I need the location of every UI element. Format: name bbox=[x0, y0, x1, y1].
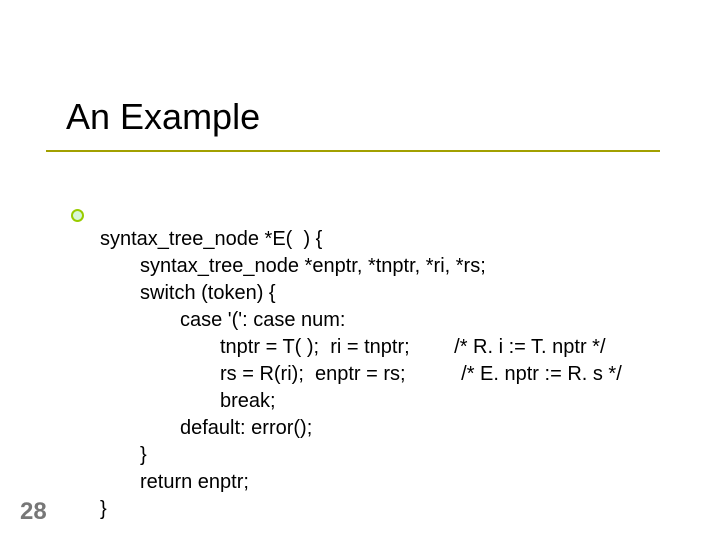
code-line-4: case '(': case num: bbox=[100, 307, 345, 334]
code-line-11: } bbox=[100, 498, 107, 520]
page-number: 28 bbox=[20, 498, 47, 526]
title-underline bbox=[46, 150, 660, 152]
code-line-5: tnptr = T( ); ri = tnptr; /* R. i := T. … bbox=[100, 334, 606, 361]
code-line-6: rs = R(ri); enptr = rs; /* E. nptr := R.… bbox=[100, 361, 622, 388]
slide: An Example syntax_tree_node *E( ) { synt… bbox=[0, 0, 720, 540]
code-line-1: syntax_tree_node *E( ) { bbox=[100, 228, 322, 250]
bullet-icon bbox=[71, 209, 84, 222]
code-block: syntax_tree_node *E( ) { syntax_tree_nod… bbox=[100, 199, 622, 523]
slide-title: An Example bbox=[66, 96, 260, 138]
code-line-7: break; bbox=[100, 388, 276, 415]
code-line-8: default: error(); bbox=[100, 415, 312, 442]
code-line-9: } bbox=[100, 442, 147, 469]
code-line-2: syntax_tree_node *enptr, *tnptr, *ri, *r… bbox=[100, 253, 486, 280]
code-line-10: return enptr; bbox=[100, 469, 249, 496]
code-line-3: switch (token) { bbox=[100, 280, 276, 307]
